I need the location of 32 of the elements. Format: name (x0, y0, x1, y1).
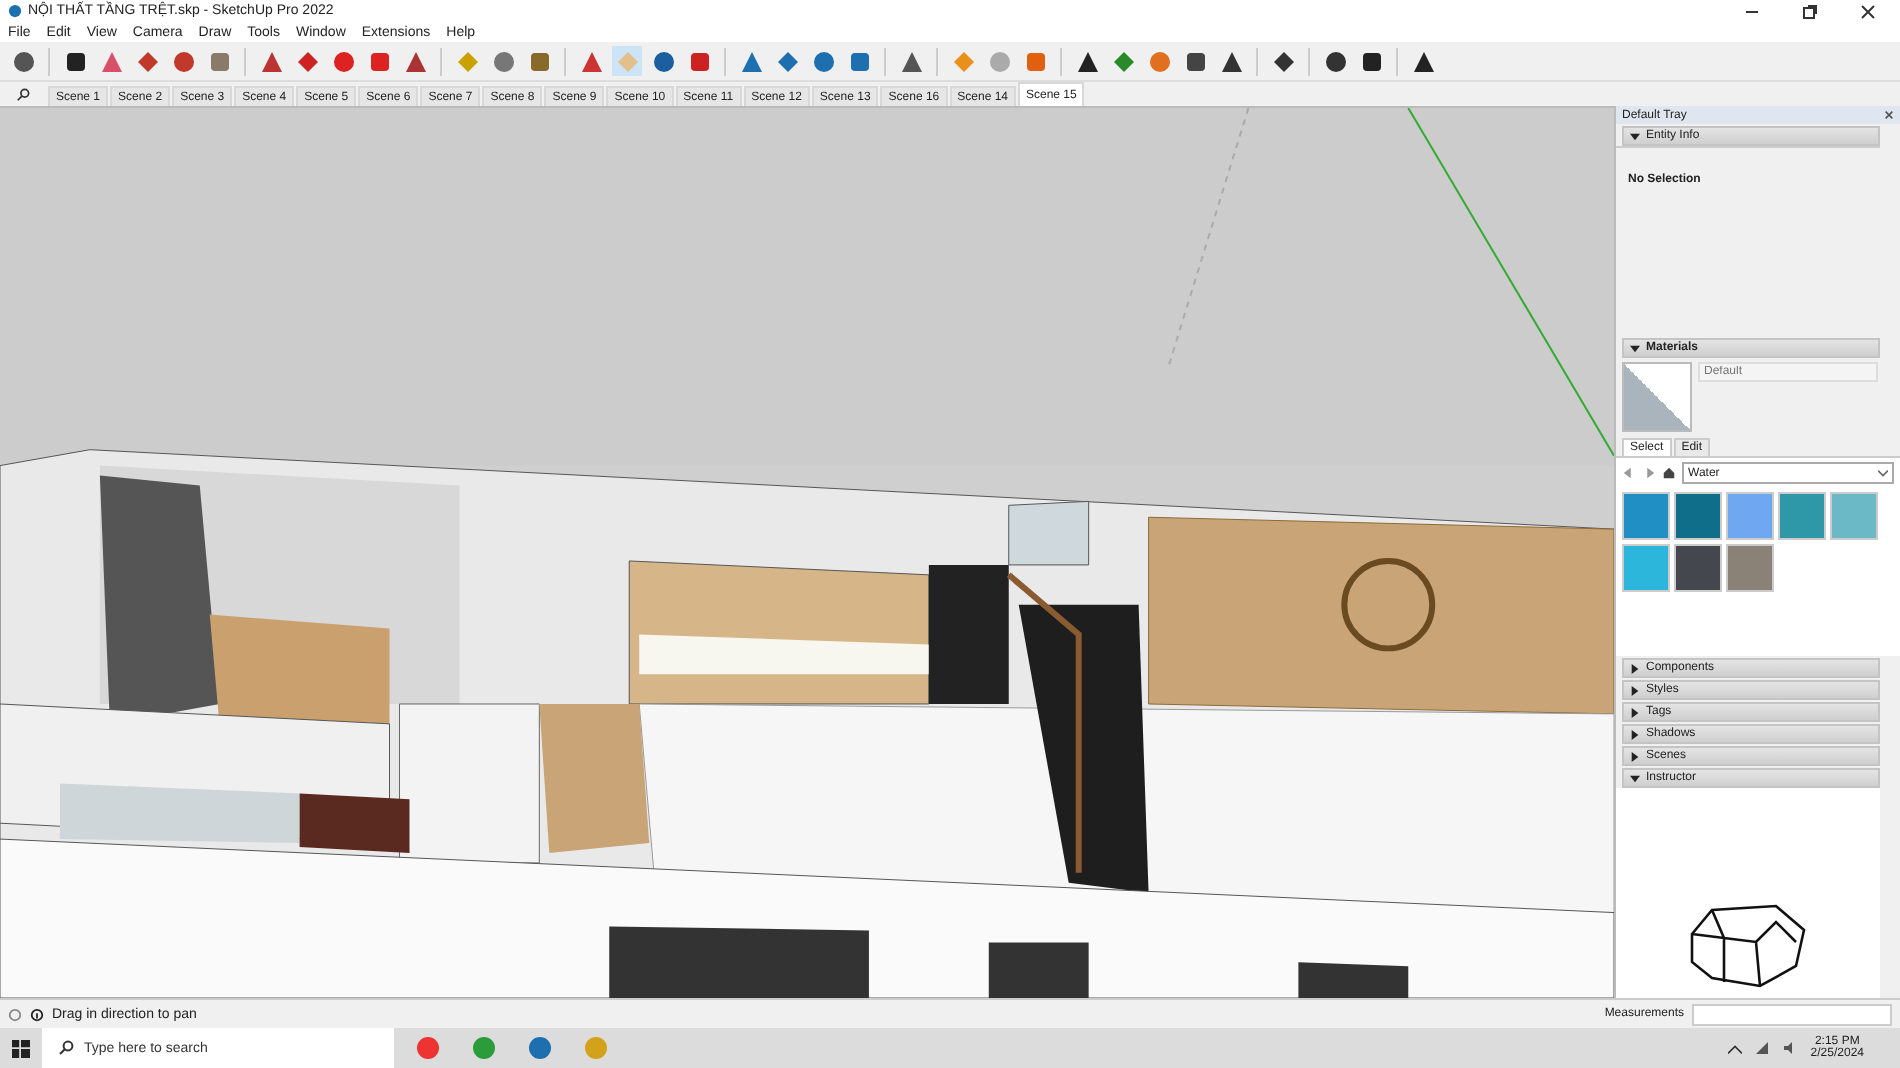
caret-icon (1630, 707, 1640, 717)
material-preview (1622, 362, 1692, 432)
chevron-icon (1878, 469, 1888, 477)
caret-icon (1630, 729, 1640, 739)
search-icon[interactable] (16, 88, 30, 102)
material-swatch[interactable] (1622, 544, 1670, 592)
windows-start-icon[interactable] (12, 1039, 30, 1057)
back-arrow-icon[interactable] (1622, 466, 1636, 480)
material-swatch[interactable] (1674, 492, 1722, 540)
material-swatch[interactable] (1830, 492, 1878, 540)
forward-arrow-icon[interactable] (1642, 466, 1656, 480)
search-icon (58, 1040, 74, 1056)
material-swatch[interactable] (1726, 492, 1774, 540)
material-swatch[interactable] (1622, 492, 1670, 540)
caret-icon (1630, 663, 1640, 673)
restore-icon[interactable] (1802, 3, 1818, 19)
material-swatch[interactable] (1726, 544, 1774, 592)
measurements-field[interactable] (1692, 1003, 1892, 1025)
close-icon[interactable] (1860, 3, 1876, 19)
help-icon[interactable] (8, 1007, 22, 1021)
home-icon[interactable] (1662, 466, 1676, 480)
caret-icon (1630, 343, 1640, 353)
material-swatch[interactable] (1778, 492, 1826, 540)
chevron-up-icon[interactable] (1728, 1043, 1743, 1053)
app-icon (8, 4, 22, 18)
close-icon[interactable] (1884, 110, 1894, 120)
caret-icon (1630, 773, 1640, 783)
caret-icon (1630, 685, 1640, 695)
material-swatch[interactable] (1674, 544, 1722, 592)
network-icon[interactable] (1754, 1040, 1771, 1056)
caret-icon (1630, 751, 1640, 761)
caret-icon (1630, 131, 1640, 141)
